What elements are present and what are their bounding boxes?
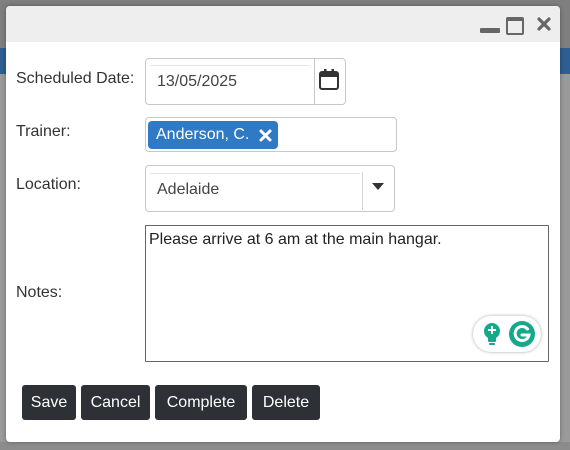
grammarly-widget[interactable] [473, 316, 541, 352]
field-divider [314, 59, 315, 104]
notes-text: Please arrive at 6 am at the main hangar… [149, 231, 442, 248]
complete-button[interactable]: Complete [155, 385, 247, 420]
save-button[interactable]: Save [22, 385, 76, 420]
location-value: Adelaide [157, 181, 220, 198]
trainer-chip: Anderson, C. [148, 121, 278, 149]
calendar-icon[interactable] [316, 65, 344, 95]
trainer-multiselect[interactable]: Anderson, C. [145, 117, 397, 152]
cancel-button[interactable]: Cancel [81, 385, 150, 420]
notes-textarea[interactable]: Please arrive at 6 am at the main hangar… [145, 225, 549, 362]
maximize-icon[interactable] [506, 17, 524, 35]
trainer-chip-label: Anderson, C. [156, 126, 250, 143]
field-divider [362, 172, 363, 210]
notes-label: Notes: [16, 284, 63, 301]
trainer-label: Trainer: [16, 123, 71, 140]
background-app-footer [0, 442, 570, 450]
delete-button[interactable]: Delete [252, 385, 320, 420]
scheduled-date-label: Scheduled Date: [16, 70, 135, 87]
minimize-icon[interactable] [480, 28, 500, 33]
schedule-dialog: Scheduled Date: 13/05/2025 Trainer: Ande… [6, 6, 560, 442]
dialog-titlebar [6, 6, 560, 42]
lightbulb-icon[interactable] [481, 321, 503, 347]
location-dropdown[interactable]: Adelaide [145, 165, 395, 212]
scheduled-date-input[interactable]: 13/05/2025 [157, 73, 237, 91]
location-label: Location: [16, 176, 81, 193]
input-inner-border [150, 173, 360, 174]
close-icon[interactable] [536, 16, 552, 32]
remove-x-icon[interactable] [258, 128, 273, 143]
scheduled-date-field[interactable]: 13/05/2025 [145, 58, 346, 105]
grammarly-icon[interactable] [508, 320, 536, 348]
caret-down-icon[interactable] [370, 179, 386, 190]
input-inner-border [150, 65, 310, 66]
